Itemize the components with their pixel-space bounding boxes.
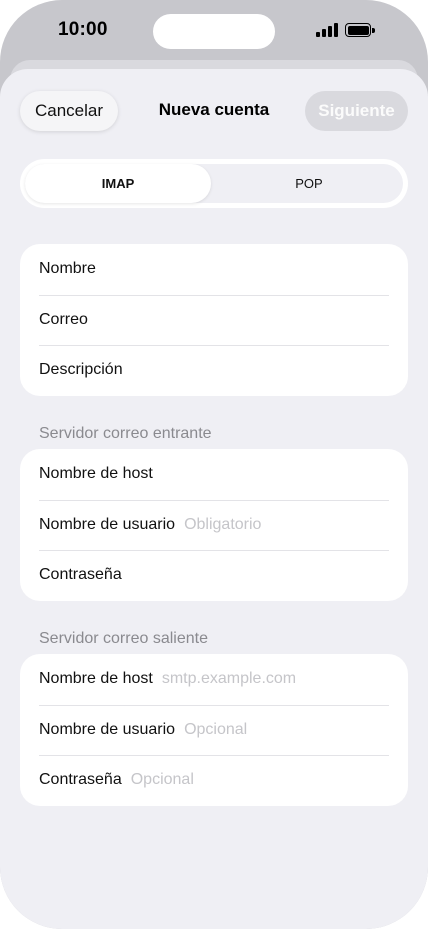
account-info-group: Nombre Correo Descripción xyxy=(20,244,408,396)
outgoing-host-field[interactable]: Nombre de host smtp.example.com xyxy=(20,654,408,705)
incoming-username-placeholder: Obligatorio xyxy=(184,515,262,533)
outgoing-password-label: Contraseña xyxy=(39,771,122,789)
outgoing-username-field[interactable]: Nombre de usuario Opcional xyxy=(20,704,408,756)
protocol-segmented-control: IMAP POP xyxy=(20,159,408,208)
cellular-signal-icon xyxy=(316,23,340,37)
nav-bar: Cancelar Nueva cuenta Siguiente xyxy=(0,69,428,153)
incoming-username-label: Nombre de usuario xyxy=(39,515,176,533)
next-button[interactable]: Siguiente xyxy=(305,91,408,131)
new-account-sheet: Cancelar Nueva cuenta Siguiente IMAP POP… xyxy=(0,69,428,929)
email-label: Correo xyxy=(39,310,88,328)
name-label: Nombre xyxy=(39,260,96,278)
outgoing-password-placeholder: Opcional xyxy=(130,771,194,789)
status-bar: 10:00 xyxy=(0,0,428,62)
email-field[interactable]: Correo xyxy=(20,294,408,346)
incoming-server-header: Servidor correo entrante xyxy=(39,425,212,442)
outgoing-password-field[interactable]: Contraseña Opcional xyxy=(20,755,408,806)
incoming-host-label: Nombre de host xyxy=(39,465,153,483)
outgoing-host-placeholder: smtp.example.com xyxy=(161,670,297,688)
description-field[interactable]: Descripción xyxy=(20,345,408,396)
outgoing-username-label: Nombre de usuario xyxy=(39,720,176,738)
incoming-username-field[interactable]: Nombre de usuario Obligatorio xyxy=(20,499,408,551)
phone-screen: 10:00 Cancelar Nueva cuenta Siguiente IM… xyxy=(0,0,428,929)
segment-pop[interactable]: POP xyxy=(215,164,403,203)
battery-icon xyxy=(345,23,375,37)
name-field[interactable]: Nombre xyxy=(20,244,408,295)
description-label: Descripción xyxy=(39,361,123,379)
segmented-track: IMAP POP xyxy=(25,164,403,203)
incoming-host-field[interactable]: Nombre de host xyxy=(20,449,408,500)
dynamic-island xyxy=(153,14,275,49)
outgoing-server-group: Nombre de host smtp.example.com Nombre d… xyxy=(20,654,408,806)
incoming-password-label: Contraseña xyxy=(39,566,122,584)
outgoing-username-placeholder: Opcional xyxy=(184,720,248,738)
outgoing-host-label: Nombre de host xyxy=(39,670,153,688)
incoming-server-group: Nombre de host Nombre de usuario Obligat… xyxy=(20,449,408,601)
status-time: 10:00 xyxy=(58,19,108,40)
segment-imap[interactable]: IMAP xyxy=(25,164,211,203)
outgoing-server-header: Servidor correo saliente xyxy=(39,630,208,647)
incoming-password-field[interactable]: Contraseña xyxy=(20,550,408,601)
